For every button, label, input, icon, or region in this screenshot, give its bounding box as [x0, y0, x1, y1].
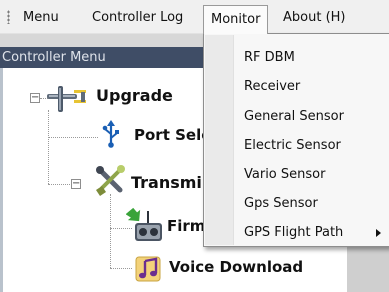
tree-connector: [110, 268, 132, 269]
menu-menu[interactable]: Menu: [17, 6, 65, 29]
menu-item-rf-dbm[interactable]: RF DBM: [244, 49, 295, 67]
plane-icon: [45, 82, 91, 118]
music-note-icon: [134, 255, 164, 287]
menu-bar: Menu Controller Log About (H): [0, 0, 389, 34]
monitor-dropdown-menu: RF DBM Receiver General Sensor Electric …: [203, 33, 389, 247]
tree-node-port-select[interactable]: Port Sele: [134, 126, 211, 144]
tree-node-voice-download[interactable]: Voice Download: [169, 258, 303, 276]
tree-connector: [48, 110, 49, 184]
menu-icon-gutter: [205, 35, 234, 245]
tree-connector: [48, 184, 72, 185]
menu-item-gps-sensor[interactable]: Gps Sensor: [244, 195, 318, 213]
menu-monitor[interactable]: Monitor: [203, 5, 269, 34]
collapse-toggle-icon[interactable]: −: [30, 93, 40, 103]
tree-node-transmitter[interactable]: Transmi: [131, 173, 202, 192]
menu-item-general-sensor[interactable]: General Sensor: [244, 108, 344, 126]
menu-item-vario-sensor[interactable]: Vario Sensor: [244, 166, 325, 184]
menu-item-receiver[interactable]: Receiver: [244, 78, 300, 96]
menu-item-gps-flight-path[interactable]: GPS Flight Path: [244, 224, 343, 242]
tree-connector: [110, 194, 111, 268]
toolbar-grip-icon[interactable]: [7, 10, 10, 24]
tree-connector: [48, 137, 98, 138]
collapse-toggle-icon[interactable]: −: [71, 179, 81, 189]
usb-icon: [101, 120, 121, 152]
menu-about[interactable]: About (H): [277, 6, 352, 29]
app-window: Menu Controller Log About (H) Monitor Co…: [0, 0, 389, 292]
submenu-arrow-icon: [376, 229, 381, 237]
tree-node-upgrade[interactable]: Upgrade: [96, 86, 173, 105]
menu-item-electric-sensor[interactable]: Electric Sensor: [244, 137, 341, 155]
tree-node-firmware[interactable]: Firm: [167, 217, 205, 235]
tools-icon: [94, 164, 128, 202]
transmitter-download-icon: [125, 207, 166, 247]
menu-controller-log[interactable]: Controller Log: [86, 6, 189, 29]
